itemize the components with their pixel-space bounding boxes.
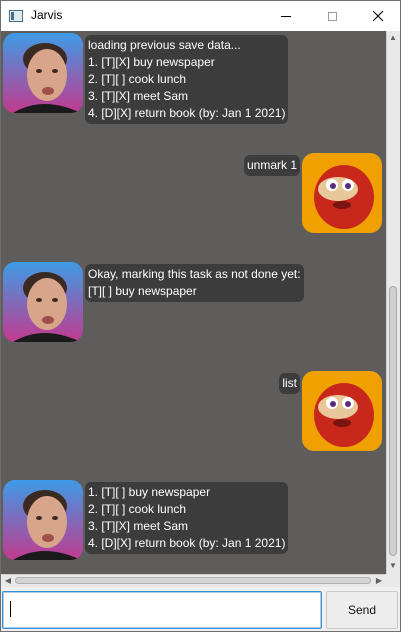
user-input-field[interactable] — [2, 591, 322, 629]
close-icon — [372, 10, 384, 22]
bot-avatar-icon — [3, 480, 83, 560]
bot-dialog: loading previous save data... 1. [T][X] … — [3, 33, 289, 124]
horizontal-scroll-thumb[interactable] — [15, 577, 371, 584]
vertical-scrollbar[interactable]: ▲ ▼ — [386, 31, 400, 574]
user-dialog: unmark 1 — [243, 153, 382, 233]
window-title: Jarvis — [31, 8, 63, 22]
scroll-right-icon[interactable]: ▶ — [373, 576, 385, 586]
bot-avatar-icon — [3, 262, 83, 342]
user-avatar-icon — [302, 371, 382, 451]
bot-dialog: 1. [T][ ] buy newspaper 2. [T][ ] cook l… — [3, 480, 289, 560]
minimize-button[interactable] — [263, 1, 309, 31]
dialog-text: loading previous save data... 1. [T][X] … — [85, 35, 289, 124]
input-bar: Send — [1, 587, 400, 631]
dialog-text: unmark 1 — [243, 155, 300, 176]
user-avatar-icon — [302, 153, 382, 233]
scroll-up-icon[interactable]: ▲ — [387, 33, 399, 43]
title-bar[interactable]: Jarvis — [1, 1, 400, 31]
dialog-text: Okay, marking this task as not done yet:… — [85, 264, 304, 302]
horizontal-scrollbar[interactable]: ◀ ▶ — [1, 574, 386, 587]
chat-scroll-pane[interactable]: loading previous save data... 1. [T][X] … — [1, 31, 400, 587]
text-caret — [10, 601, 11, 617]
dialog-container: loading previous save data... 1. [T][X] … — [1, 31, 386, 574]
scroll-left-icon[interactable]: ◀ — [2, 576, 14, 586]
dialog-text: list — [279, 373, 300, 394]
app-window-icon — [9, 10, 23, 22]
user-dialog: list — [279, 371, 382, 451]
bot-avatar-icon — [3, 33, 83, 113]
bot-dialog: Okay, marking this task as not done yet:… — [3, 262, 304, 342]
maximize-button[interactable] — [309, 1, 355, 31]
scroll-down-icon[interactable]: ▼ — [387, 561, 399, 571]
minimize-icon — [281, 15, 291, 17]
vertical-scroll-thumb[interactable] — [389, 286, 397, 556]
close-button[interactable] — [355, 1, 400, 31]
app-window: Jarvis loading previous save data... 1. … — [0, 0, 401, 632]
dialog-text: 1. [T][ ] buy newspaper 2. [T][ ] cook l… — [85, 482, 289, 554]
maximize-icon — [327, 11, 337, 21]
send-button[interactable]: Send — [326, 591, 398, 629]
scroll-corner — [386, 574, 400, 587]
